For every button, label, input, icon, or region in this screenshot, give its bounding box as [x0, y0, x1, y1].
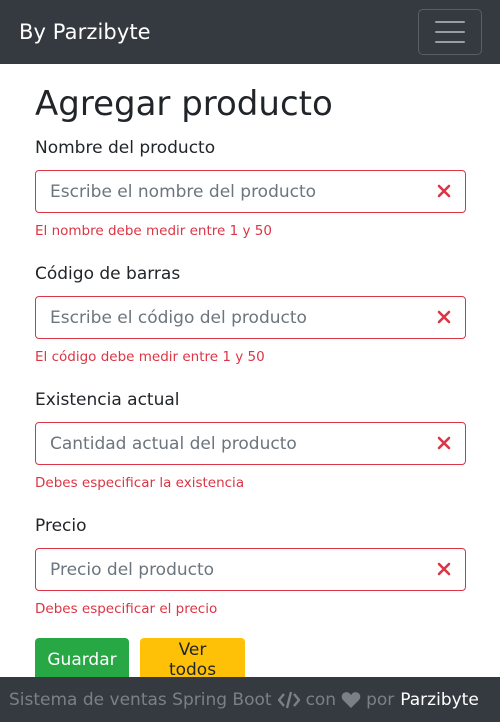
footer-by: por	[366, 689, 395, 710]
footer-text: Sistema de ventas Spring Boot	[9, 689, 272, 710]
codigo-field-wrapper	[35, 296, 466, 339]
invalid-x-icon	[437, 184, 451, 198]
main-content: Agregar producto Nombre del producto El …	[35, 80, 466, 682]
precio-error: Debes especificar el precio	[35, 601, 218, 617]
codigo-group: Código de barras El código debe medir en…	[35, 262, 466, 366]
invalid-x-icon	[437, 436, 451, 450]
page-title: Agregar producto	[35, 84, 333, 124]
footer-with: con	[305, 689, 337, 710]
existencia-error: Debes especificar la existencia	[35, 475, 245, 491]
existencia-label: Existencia actual	[35, 390, 180, 410]
precio-field-wrapper	[35, 548, 466, 591]
codigo-error: El código debe medir entre 1 y 50	[35, 349, 265, 365]
nombre-error: El nombre debe medir entre 1 y 50	[35, 223, 272, 239]
precio-input[interactable]	[36, 549, 465, 590]
nombre-group: Nombre del producto El nombre debe medir…	[35, 136, 466, 240]
footer-author-link[interactable]: Parzibyte	[400, 690, 479, 710]
existencia-input[interactable]	[36, 423, 465, 464]
navbar-toggler-button[interactable]	[418, 9, 482, 55]
nombre-input[interactable]	[36, 171, 465, 212]
hamburger-menu-icon	[435, 21, 465, 43]
nombre-field-wrapper	[35, 170, 466, 213]
existencia-field-wrapper	[35, 422, 466, 465]
invalid-x-icon	[437, 562, 451, 576]
codigo-input[interactable]	[36, 297, 465, 338]
precio-group: Precio Debes especificar el precio	[35, 514, 466, 618]
view-all-button[interactable]: Ver todos	[140, 638, 245, 682]
codigo-label: Código de barras	[35, 264, 181, 284]
save-button[interactable]: Guardar	[35, 638, 129, 682]
existencia-group: Existencia actual Debes especificar la e…	[35, 388, 466, 492]
code-icon	[277, 691, 300, 708]
form-buttons: Guardar Ver todos	[35, 638, 466, 682]
nombre-label: Nombre del producto	[35, 138, 216, 158]
heart-icon	[341, 691, 361, 708]
footer: Sistema de ventas Spring Boot con por Pa…	[0, 677, 500, 722]
navbar: By Parzibyte	[0, 0, 500, 64]
invalid-x-icon	[437, 310, 451, 324]
navbar-brand[interactable]: By Parzibyte	[19, 20, 151, 44]
precio-label: Precio	[35, 516, 87, 536]
